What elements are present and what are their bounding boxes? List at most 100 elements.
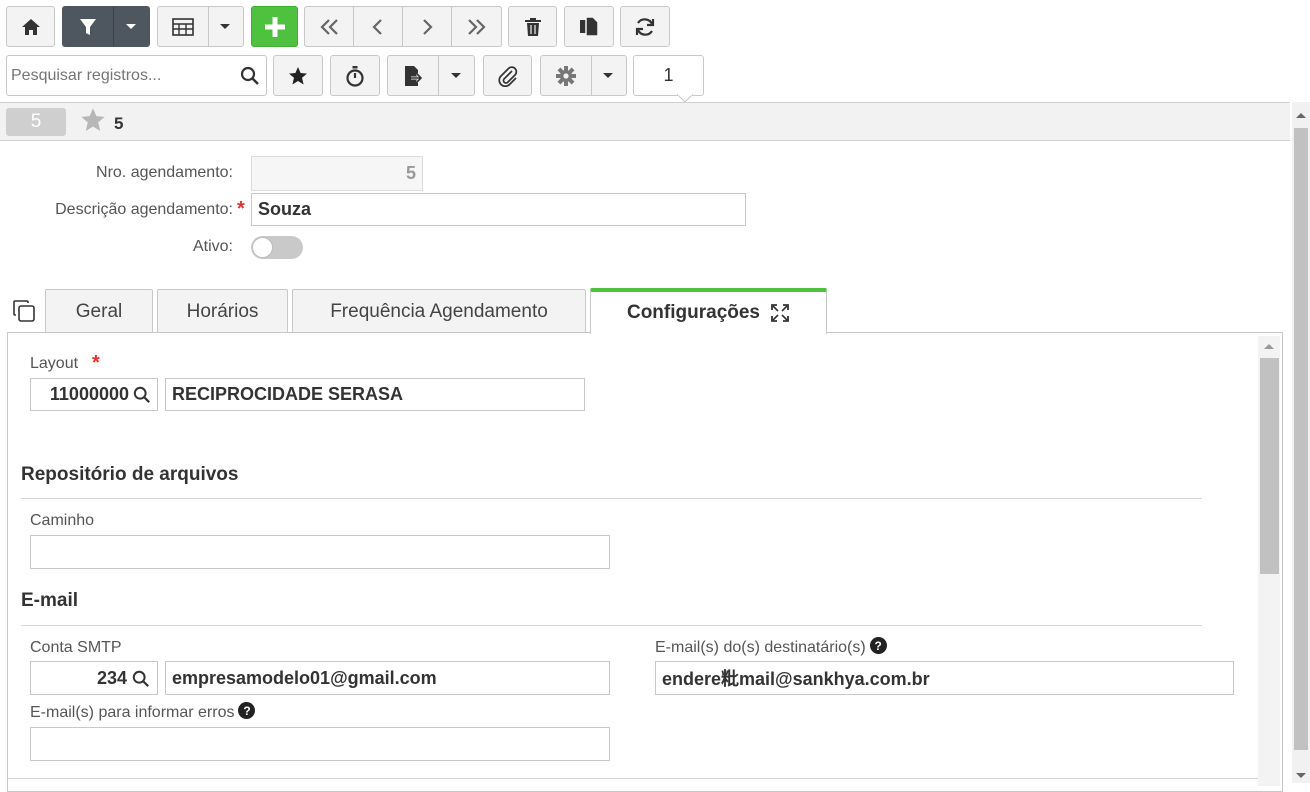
page-scroll-up-icon[interactable] (1295, 110, 1307, 120)
layout-name-field: RECIPROCIDADE SERASA (165, 378, 585, 411)
record-id-text: 5 (30, 111, 42, 132)
record-header-strip (0, 102, 1290, 141)
refresh-icon (635, 17, 655, 36)
first-record-button[interactable] (304, 6, 354, 47)
page-number-box[interactable]: 1 (633, 55, 704, 96)
nro-agendamento-field: 5 (251, 156, 423, 191)
search-icon[interactable] (132, 670, 150, 688)
nro-agendamento-label: Nro. agendamento: (96, 164, 233, 181)
tab-frequencia-agendamento[interactable]: Frequência Agendamento (292, 289, 586, 333)
chevron-left-icon (372, 18, 382, 35)
attachment-button[interactable] (483, 55, 532, 96)
chevron-right-icon (423, 18, 433, 35)
panel-bottom-divider (8, 778, 1258, 779)
add-button[interactable] (251, 6, 298, 47)
search-box (6, 55, 267, 96)
smtp-code-value: 234 (96, 667, 127, 688)
chevron-down-icon (220, 23, 231, 29)
duplicate-button[interactable] (564, 6, 614, 47)
tab-configuracoes[interactable]: Configurações (590, 288, 827, 334)
filter-button[interactable] (62, 6, 150, 47)
toggle-knob (252, 237, 273, 258)
table-icon (171, 17, 194, 36)
previous-record-button[interactable] (353, 6, 403, 47)
export-file-icon (405, 65, 423, 86)
home-button[interactable] (6, 6, 55, 47)
page-number: 1 (663, 65, 674, 85)
destinatarios-value: endere粃mail@sankhya.com.br (662, 669, 930, 689)
double-chevron-left-icon (320, 18, 338, 35)
timer-button[interactable] (330, 55, 380, 96)
tab-frequencia-label: Frequência Agendamento (330, 300, 548, 322)
tab-configuracoes-label: Configurações (626, 302, 761, 323)
layout-required-marker: * (92, 352, 100, 374)
tab-geral-label: Geral (75, 300, 123, 322)
paperclip-icon (497, 65, 517, 87)
search-icon[interactable] (133, 386, 151, 404)
ativo-toggle[interactable] (251, 236, 303, 259)
repositorio-section-title: Repositório de arquivos (21, 464, 239, 485)
smtp-code-field[interactable]: 234 (30, 661, 158, 695)
layout-code-value: 11000000 (49, 384, 129, 404)
smtp-account-value: empresamodelo01@gmail.com (172, 667, 437, 688)
destinatarios-field[interactable]: endere粃mail@sankhya.com.br (655, 661, 1234, 695)
erros-field[interactable] (30, 727, 610, 761)
delete-button[interactable] (508, 6, 557, 47)
copy-icon (580, 15, 599, 37)
repositorio-divider (21, 498, 1202, 499)
filter-icon (80, 18, 96, 35)
layout-code-field[interactable]: 11000000 (30, 378, 158, 411)
tab-horarios[interactable]: Horários (157, 289, 288, 333)
help-icon[interactable]: ? (238, 702, 256, 720)
favorite-count: 5 (114, 114, 124, 133)
refresh-button[interactable] (620, 6, 670, 47)
grid-view-button[interactable] (157, 6, 244, 47)
chevron-down-icon (603, 72, 614, 78)
page-scroll-down-icon[interactable] (1295, 771, 1307, 781)
layout-name-value: RECIPROCIDADE SERASA (172, 384, 404, 404)
descricao-agendamento-label: Descrição agendamento: (55, 201, 233, 218)
tabs-copy-icon[interactable] (12, 299, 36, 323)
tab-geral[interactable]: Geral (45, 289, 153, 333)
help-icon[interactable]: ? (869, 637, 887, 655)
destinatarios-label: E-mail(s) do(s) destinatário(s) (655, 639, 866, 656)
erros-label-wrap: E-mail(s) para informar erros? (30, 702, 256, 722)
destinatarios-label-wrap: E-mail(s) do(s) destinatário(s)? (655, 637, 887, 657)
double-chevron-right-icon (467, 18, 486, 35)
panel-scroll-up-icon[interactable] (1263, 341, 1275, 351)
panel-scrollbar-thumb[interactable] (1260, 358, 1279, 574)
layout-label: Layout (30, 355, 79, 372)
settings-button[interactable] (540, 55, 627, 96)
email-divider (21, 625, 1202, 626)
chevron-down-icon (126, 23, 136, 29)
plus-icon (264, 16, 285, 37)
email-section-title: E-mail (21, 590, 79, 611)
favorite-button[interactable] (273, 55, 323, 96)
descricao-agendamento-value: Souza (258, 199, 312, 219)
required-marker: * (237, 198, 245, 220)
expand-icon[interactable] (770, 303, 790, 323)
chevron-down-icon (451, 72, 461, 78)
descricao-agendamento-field[interactable]: Souza (251, 193, 746, 226)
smtp-label: Conta SMTP (30, 639, 122, 656)
stopwatch-icon (346, 65, 364, 87)
caminho-field[interactable] (30, 535, 610, 569)
next-record-button[interactable] (402, 6, 452, 47)
last-record-button[interactable] (451, 6, 502, 47)
export-button[interactable] (387, 55, 475, 96)
search-input[interactable] (11, 66, 231, 85)
caminho-label: Caminho (30, 512, 95, 529)
smtp-account-field: empresamodelo01@gmail.com (165, 661, 610, 695)
erros-label: E-mail(s) para informar erros (30, 704, 235, 721)
gear-icon (555, 65, 576, 86)
favorite-star-icon[interactable] (80, 107, 106, 133)
star-icon (289, 66, 307, 84)
nro-agendamento-value: 5 (405, 163, 416, 183)
page-scrollbar-thumb[interactable] (1294, 128, 1308, 750)
record-id-badge: 5 (6, 108, 66, 136)
tab-horarios-label: Horários (186, 300, 259, 322)
ativo-label: Ativo: (192, 238, 233, 255)
trash-icon (524, 17, 541, 36)
home-icon (21, 18, 40, 35)
search-icon[interactable] (240, 66, 260, 86)
